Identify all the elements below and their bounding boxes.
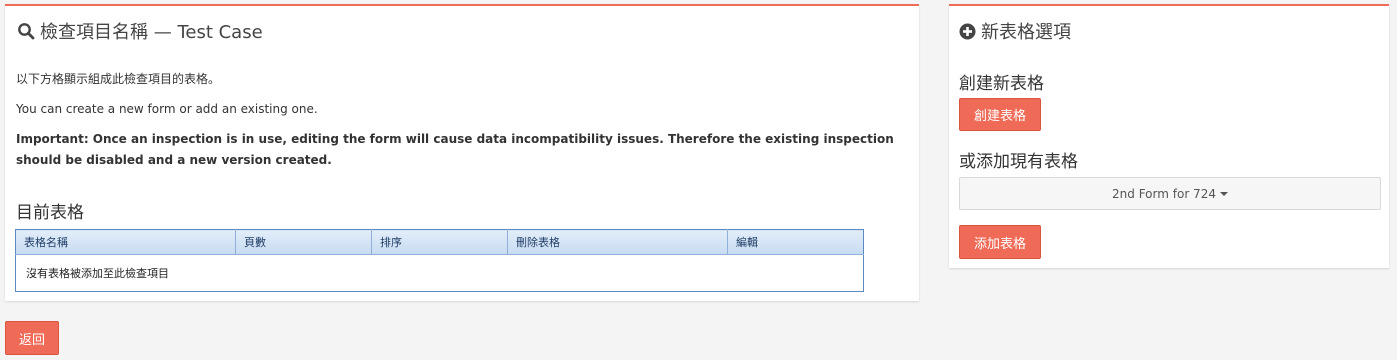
forms-table: 表格名稱 頁數 排序 刪除表格 編輯 沒有表格被添加至此檢查項目 [15, 229, 864, 292]
add-form-button[interactable]: 添加表格 [959, 225, 1041, 259]
intro-text-chinese: 以下方格顯示組成此檢查項目的表格。 [16, 72, 221, 86]
new-form-options-panel: 新表格選項 創建新表格 創建表格 或添加現有表格 2nd Form for 72… [949, 4, 1389, 268]
panel-title: 新表格選項 [959, 18, 1071, 44]
new-form-options-title: 新表格選項 [981, 22, 1071, 43]
caret-down-icon [1219, 191, 1228, 196]
create-new-form-heading: 創建新表格 [959, 74, 1044, 94]
search-icon [18, 23, 35, 40]
column-header-pages[interactable]: 頁數 [235, 229, 372, 255]
important-notice: Important: Once an inspection is in use,… [16, 132, 894, 167]
column-header-form-name[interactable]: 表格名稱 [15, 229, 236, 255]
panel-title: 檢查項目名稱 — Test Case [17, 18, 263, 44]
column-header-order[interactable]: 排序 [371, 229, 508, 255]
table-row: 沒有表格被添加至此檢查項目 [16, 255, 864, 292]
table-header-row: 表格名稱 頁數 排序 刪除表格 編輯 [15, 229, 864, 255]
back-button[interactable]: 返回 [5, 321, 59, 355]
existing-form-select[interactable]: 2nd Form for 724 [959, 177, 1381, 210]
empty-table-message: 沒有表格被添加至此檢查項目 [26, 267, 169, 280]
selected-form-label: 2nd Form for 724 [1112, 186, 1216, 201]
intro-text-english: You can create a new form or add an exis… [16, 102, 318, 116]
column-header-edit[interactable]: 編輯 [727, 229, 864, 255]
current-forms-heading: 目前表格 [16, 203, 84, 223]
inspection-forms-panel: 檢查項目名稱 — Test Case 以下方格顯示組成此檢查項目的表格。 You… [5, 4, 919, 301]
create-form-button[interactable]: 創建表格 [959, 98, 1041, 131]
add-existing-form-heading: 或添加現有表格 [959, 152, 1078, 172]
plus-circle-icon [959, 23, 976, 39]
inspection-title-text: 檢查項目名稱 — Test Case [40, 22, 263, 43]
column-header-delete[interactable]: 刪除表格 [507, 229, 728, 255]
